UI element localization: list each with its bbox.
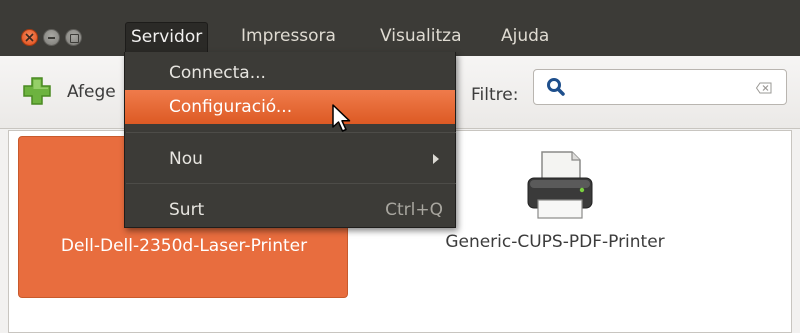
close-icon[interactable]	[21, 29, 38, 46]
printer-name: Generic-CUPS-PDF-Printer	[445, 232, 665, 252]
menu-item-nou[interactable]: Nou	[125, 142, 455, 176]
menu-item-label: Connecta...	[169, 63, 266, 83]
add-icon[interactable]	[22, 76, 52, 106]
servidor-dropdown-menu: Connecta... Configuració... Nou Surt Ctr…	[124, 52, 456, 228]
menu-item-label: Surt	[169, 200, 205, 220]
clear-icon[interactable]	[756, 82, 772, 94]
printers-window: Servidor Impressora Visualitza Ajuda Afe…	[0, 0, 800, 333]
menu-impressora[interactable]: Impressora	[236, 22, 341, 52]
search-icon	[547, 78, 565, 96]
mouse-pointer-icon	[332, 104, 351, 132]
menu-ajuda[interactable]: Ajuda	[496, 22, 554, 52]
menu-item-configuracio[interactable]: Configuració...	[125, 90, 455, 124]
menu-servidor[interactable]: Servidor	[125, 22, 209, 52]
maximize-icon[interactable]	[65, 29, 82, 46]
menu-visualitza[interactable]: Visualitza	[375, 22, 466, 52]
menu-item-label: Nou	[169, 149, 203, 169]
printer-name: Dell-Dell-2350d-Laser-Printer	[60, 236, 308, 256]
menu-item-connecta[interactable]: Connecta...	[125, 56, 455, 90]
menu-bar: Servidor Impressora Visualitza Ajuda	[0, 0, 800, 56]
filter-label: Filtre:	[471, 85, 519, 105]
minimize-icon[interactable]	[43, 29, 60, 46]
submenu-arrow-icon	[433, 154, 439, 164]
menu-item-surt[interactable]: Surt Ctrl+Q	[125, 193, 455, 227]
add-button-label[interactable]: Afege	[67, 82, 116, 102]
menu-item-label: Configuració...	[169, 97, 293, 117]
menu-separator	[126, 132, 456, 133]
shortcut-label: Ctrl+Q	[385, 200, 443, 220]
search-input[interactable]	[570, 76, 740, 98]
menu-separator	[126, 183, 456, 184]
search-field[interactable]	[533, 69, 787, 105]
printer-icon	[527, 151, 593, 219]
